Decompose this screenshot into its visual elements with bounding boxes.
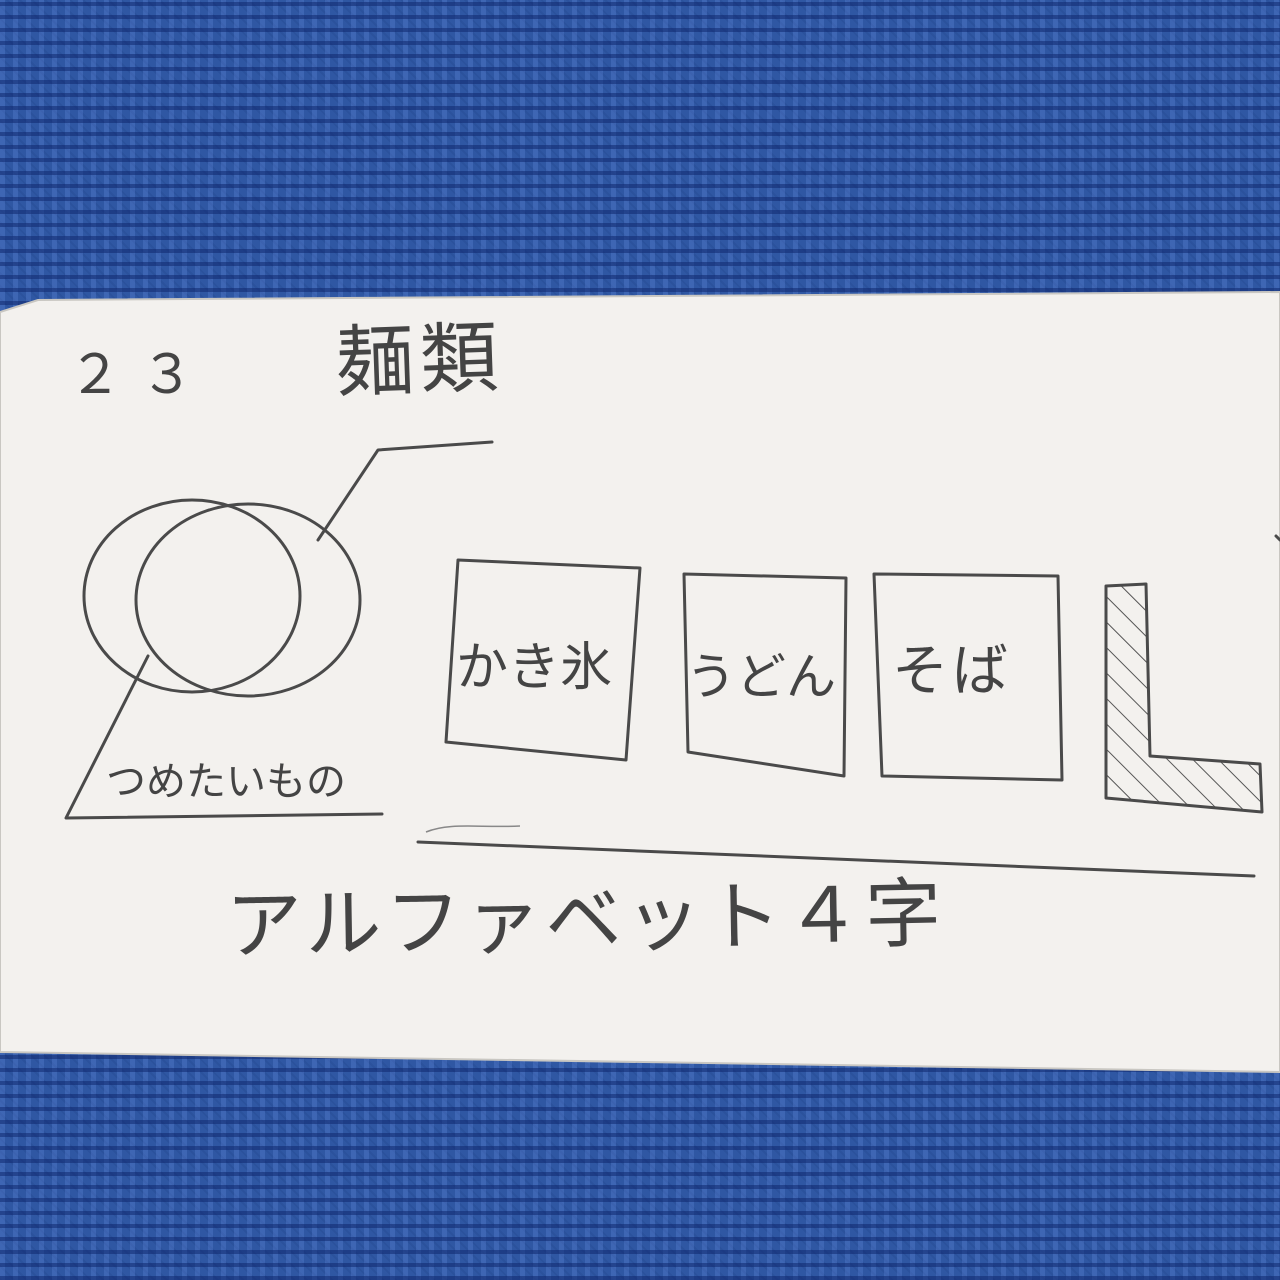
box-label-udon: うどん [686,648,836,706]
paper-strip [0,290,1280,1074]
puzzle-number: ２３ [68,343,212,406]
box-label-kakigori: かき氷 [456,638,613,698]
puzzle-title: 麺類 [334,313,506,409]
circle-label: つめたいもの [106,759,346,805]
box-label-soba: そば [892,639,1012,704]
answer-hint: アルファベット４字 [225,868,946,971]
